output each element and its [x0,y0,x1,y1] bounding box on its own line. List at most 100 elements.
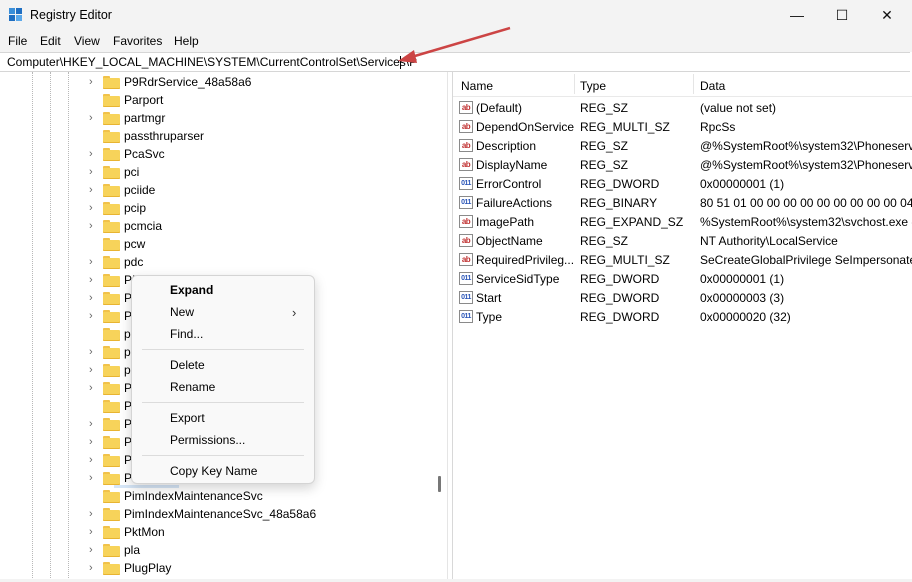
context-menu-rename[interactable]: Rename [170,380,215,394]
close-button[interactable]: ✕ [864,0,910,30]
chevron-right-icon[interactable]: › [89,292,99,304]
chevron-right-icon[interactable]: › [89,274,99,286]
value-row[interactable]: 011 Start REG_DWORD 0x00000003 (3) [453,288,912,307]
chevron-right-icon[interactable]: › [89,256,99,268]
menu-file[interactable]: File [8,34,27,48]
value-name: FailureActions [476,196,553,210]
address-bar[interactable]: Computer\HKEY_LOCAL_MACHINE\SYSTEM\Curre… [0,52,910,72]
tree-item[interactable]: › pciide [1,181,441,199]
chevron-right-icon[interactable]: › [89,148,99,160]
value-data: 0x00000001 (1) [700,177,785,191]
chevron-right-icon[interactable]: › [89,454,99,466]
context-menu-find[interactable]: Find... [170,327,203,341]
folder-icon [103,454,120,467]
column-divider[interactable] [693,74,694,94]
value-row[interactable]: 011 ErrorControl REG_DWORD 0x00000001 (1) [453,174,912,193]
chevron-right-icon[interactable]: › [89,508,99,520]
chevron-right-icon[interactable]: › [89,382,99,394]
value-type: REG_DWORD [580,272,660,286]
value-row[interactable]: ab DisplayName REG_SZ @%SystemRoot%\system3… [453,155,912,174]
value-data: @%SystemRoot%\system32\Phoneserv [700,158,912,172]
chevron-right-icon[interactable]: › [89,310,99,322]
value-name: Start [476,291,502,305]
value-data: %SystemRoot%\system32\svchost.exe - [700,215,912,229]
value-name: Type [476,310,503,324]
tree-item[interactable]: › pcip [1,199,441,217]
tree-item[interactable]: PimIndexMaintenanceSvc [1,487,441,505]
value-type: REG_EXPAND_SZ [580,215,684,229]
tree-item[interactable]: › P9RdrService_48a58a6 [1,73,441,91]
value-row[interactable]: ab Description REG_SZ @%SystemRoot%\system3… [453,136,912,155]
value-row[interactable]: ab ObjectName REG_SZ NT Authority\LocalServ… [453,231,912,250]
folder-icon [103,364,120,377]
chevron-right-icon[interactable]: › [89,76,99,88]
chevron-right-icon[interactable]: › [89,202,99,214]
value-row[interactable]: ab (Default) REG_SZ (value not set) [453,98,912,117]
tree-item-label: Parport [124,93,164,107]
string-value-icon: ab [459,234,473,247]
string-value-icon: ab [459,158,473,171]
folder-icon [103,220,120,233]
chevron-right-icon[interactable]: › [89,562,99,574]
value-row[interactable]: ab RequiredPrivileg... REG_MULTI_SZ SeCreat… [453,250,912,269]
chevron-right-icon[interactable]: › [89,166,99,178]
chevron-right-icon[interactable]: › [89,346,99,358]
context-menu-expand[interactable]: Expand [170,283,213,297]
tree-item[interactable]: › pdc [1,253,441,271]
menu-help[interactable]: Help [174,34,199,48]
tree-item[interactable]: › pci [1,163,441,181]
window-title: Registry Editor [30,8,112,22]
menu-favorites[interactable]: Favorites [113,34,162,48]
value-row[interactable]: 011 Type REG_DWORD 0x00000020 (32) [453,307,912,326]
chevron-right-icon[interactable]: › [89,544,99,556]
tree-item[interactable]: pcw [1,235,441,253]
tree-item[interactable]: Parport [1,91,441,109]
folder-icon [103,292,120,305]
column-header-data[interactable]: Data [700,79,725,93]
tree-item[interactable]: › PcaSvc [1,145,441,163]
chevron-right-icon[interactable]: › [89,112,99,124]
context-menu-delete[interactable]: Delete [170,358,205,372]
value-row[interactable]: ab ImagePath REG_EXPAND_SZ %SystemRoot%\sys… [453,212,912,231]
chevron-right-icon[interactable]: › [89,364,99,376]
menu-edit[interactable]: Edit [40,34,61,48]
context-menu-export[interactable]: Export [170,411,205,425]
pane-splitter-handle[interactable] [438,476,441,492]
chevron-right-icon[interactable]: › [89,220,99,232]
maximize-button[interactable]: ☐ [819,0,865,30]
column-divider[interactable] [574,74,575,94]
value-row[interactable]: ab DependOnService REG_MULTI_SZ RpcSs [453,117,912,136]
tree-item[interactable]: › PlugPlay [1,559,441,577]
menu-view[interactable]: View [74,34,100,48]
binary-value-icon: 011 [459,177,473,190]
context-menu-copy-key-name[interactable]: Copy Key Name [170,464,257,478]
tree-item[interactable]: passthruparser [1,127,441,145]
column-header-name[interactable]: Name [461,79,493,93]
folder-icon [103,238,120,251]
folder-icon [103,508,120,521]
value-row[interactable]: 011 FailureActions REG_BINARY 80 51 01 00 0… [453,193,912,212]
menu-separator [142,402,304,403]
minimize-button[interactable]: — [774,0,820,30]
tree-item[interactable]: › PimIndexMaintenanceSvc_48a58a6 [1,505,441,523]
context-menu-permissions[interactable]: Permissions... [170,433,245,447]
values-list-header: Name Type Data [453,72,912,97]
chevron-right-icon[interactable]: › [89,184,99,196]
context-menu-new[interactable]: New [170,305,194,319]
chevron-right-icon[interactable]: › [89,418,99,430]
address-path[interactable]: Computer\HKEY_LOCAL_MACHINE\SYSTEM\Curre… [7,55,417,69]
tree-item[interactable]: › partmgr [1,109,441,127]
tree-item[interactable]: › PktMon [1,523,441,541]
chevron-right-icon[interactable]: › [89,526,99,538]
column-header-type[interactable]: Type [580,79,606,93]
chevron-right-icon[interactable]: › [89,436,99,448]
chevron-right-icon[interactable]: › [89,472,99,484]
binary-value-icon: 011 [459,310,473,323]
tree-item[interactable]: › pla [1,541,441,559]
value-name: ObjectName [476,234,543,248]
folder-icon [103,346,120,359]
value-type: REG_DWORD [580,177,660,191]
values-list-pane[interactable]: Name Type Data ab (Default) REG_SZ (value n… [452,72,912,580]
tree-item[interactable]: › pcmcia [1,217,441,235]
value-row[interactable]: 011 ServiceSidType REG_DWORD 0x00000001 (1) [453,269,912,288]
